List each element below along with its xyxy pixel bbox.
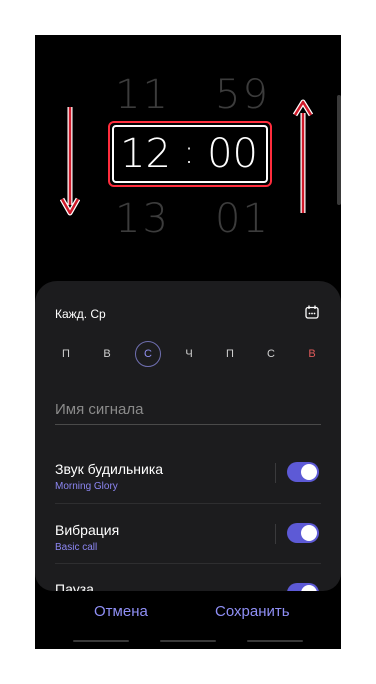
snooze-toggle[interactable] xyxy=(287,583,319,591)
selected-time-highlight: 12 : 00 xyxy=(108,121,272,187)
hour-value[interactable]: 12 xyxy=(120,131,171,177)
vibration-toggle[interactable] xyxy=(287,523,319,543)
day-wednesday[interactable]: С xyxy=(135,341,161,367)
nav-home-indicator[interactable] xyxy=(160,640,216,642)
day-sunday[interactable]: В xyxy=(299,341,325,367)
alarm-sound-title: Звук будильника xyxy=(55,461,164,477)
minute-value[interactable]: 00 xyxy=(207,131,258,177)
side-scroll-indicator xyxy=(337,95,341,205)
divider xyxy=(55,503,321,504)
row-divider xyxy=(275,524,276,544)
scroll-down-arrow-icon xyxy=(60,107,80,216)
alarm-name-input[interactable]: Имя сигнала xyxy=(55,401,321,425)
day-thursday[interactable]: Ч xyxy=(176,341,202,367)
alarm-settings-sheet: Кажд. Ср П В С Ч П С В Имя сигнала Звук … xyxy=(35,281,341,591)
row-divider xyxy=(275,463,276,483)
hour-next[interactable]: 13 xyxy=(115,199,170,239)
toggle-knob xyxy=(301,525,317,541)
selected-time[interactable]: 12 : 00 xyxy=(112,125,268,183)
nav-back-indicator[interactable] xyxy=(247,640,303,642)
hour-previous[interactable]: 11 xyxy=(115,75,170,115)
day-friday[interactable]: П xyxy=(217,341,243,367)
save-button[interactable]: Сохранить xyxy=(215,603,290,620)
weekday-selector: П В С Ч П С В xyxy=(49,341,331,371)
cancel-button[interactable]: Отмена xyxy=(94,603,148,620)
divider xyxy=(55,563,321,564)
toggle-knob xyxy=(301,464,317,480)
snooze-title: Пауза xyxy=(55,581,94,591)
vibration-value: Basic call xyxy=(55,542,98,553)
day-tuesday[interactable]: В xyxy=(94,341,120,367)
vibration-row[interactable]: Вибрация Basic call xyxy=(55,522,321,572)
calendar-icon[interactable] xyxy=(305,305,319,319)
minute-previous[interactable]: 59 xyxy=(215,75,270,115)
scroll-up-arrow-icon xyxy=(293,99,313,213)
toggle-knob xyxy=(301,585,317,591)
alarm-sound-toggle[interactable] xyxy=(287,462,319,482)
snooze-row[interactable]: Пауза xyxy=(55,581,321,591)
time-separator: : xyxy=(183,133,195,171)
alarm-sound-value: Morning Glory xyxy=(55,481,118,492)
minute-next[interactable]: 01 xyxy=(215,199,270,239)
vibration-title: Вибрация xyxy=(55,522,120,538)
day-monday[interactable]: П xyxy=(53,341,79,367)
nav-recents-indicator[interactable] xyxy=(73,640,129,642)
action-bar: Отмена Сохранить xyxy=(35,595,341,649)
repeat-summary: Кажд. Ср xyxy=(55,307,106,321)
phone-screen: 11 59 12 : 00 13 01 Кажд. Ср П В С Ч П С… xyxy=(35,35,341,649)
day-saturday[interactable]: С xyxy=(258,341,284,367)
